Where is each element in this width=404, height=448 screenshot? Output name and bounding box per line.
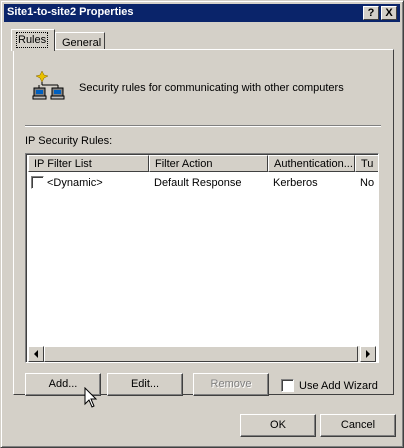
- cancel-button-label: Cancel: [340, 419, 376, 431]
- column-header-label: IP Filter List: [34, 158, 92, 170]
- close-button-label: X: [385, 7, 393, 19]
- ok-button-label: OK: [270, 419, 286, 431]
- cell-filter-action: Default Response: [154, 177, 242, 189]
- ok-button[interactable]: OK: [240, 414, 316, 437]
- ip-security-rules-label: IP Security Rules:: [25, 135, 113, 147]
- window-title: Site1-to-site2 Properties: [7, 6, 134, 18]
- edit-button[interactable]: Edit...: [107, 373, 183, 396]
- column-header-label: Authentication...: [274, 158, 353, 170]
- remove-button-label: Remove: [210, 378, 252, 390]
- column-header-ip-filter-list[interactable]: IP Filter List: [28, 155, 149, 172]
- close-button[interactable]: X: [381, 6, 397, 20]
- use-add-wizard-checkbox[interactable]: [281, 379, 294, 392]
- separator: [25, 125, 381, 127]
- help-button[interactable]: ?: [363, 6, 379, 20]
- tab-rules-label: Rules: [15, 32, 49, 48]
- remove-button[interactable]: Remove: [193, 373, 269, 396]
- tab-rules[interactable]: Rules: [11, 29, 55, 51]
- cell-ip-filter-list: <Dynamic>: [47, 177, 103, 189]
- arrow-left-icon: [34, 350, 38, 358]
- scroll-left-button[interactable]: [28, 346, 44, 362]
- help-button-label: ?: [367, 7, 375, 19]
- scroll-thumb[interactable]: [44, 346, 358, 362]
- cancel-button[interactable]: Cancel: [320, 414, 396, 437]
- edit-button-label: Edit...: [130, 378, 160, 390]
- arrow-right-icon: [366, 350, 370, 358]
- rule-checkbox[interactable]: [31, 176, 44, 189]
- table-row[interactable]: <Dynamic> Default Response Kerberos No: [28, 174, 376, 191]
- column-header-label: Filter Action: [155, 158, 213, 170]
- add-button-label: Add...: [48, 378, 78, 390]
- tab-general-label: General: [62, 37, 102, 49]
- rules-description: Security rules for communicating with ot…: [79, 82, 344, 94]
- column-header-label: Tu: [361, 158, 374, 170]
- column-header-filter-action[interactable]: Filter Action: [149, 155, 268, 172]
- title-bar[interactable]: Site1-to-site2 Properties ? X: [4, 4, 400, 22]
- use-add-wizard-label[interactable]: Use Add Wizard: [299, 380, 378, 392]
- network-computers-icon: [32, 70, 65, 100]
- horizontal-scrollbar[interactable]: [28, 346, 376, 362]
- column-header-tunnel[interactable]: Tu: [355, 155, 378, 172]
- scroll-right-button[interactable]: [360, 346, 376, 362]
- cursor-icon: [84, 387, 98, 408]
- properties-dialog: Site1-to-site2 Properties ? X Rules Gene…: [0, 0, 404, 448]
- cell-tunnel: No: [360, 177, 375, 189]
- tab-general[interactable]: General: [55, 32, 105, 50]
- column-header-authentication[interactable]: Authentication...: [268, 155, 355, 172]
- cell-authentication: Kerberos: [273, 177, 318, 189]
- ip-security-rules-list[interactable]: IP Filter List Filter Action Authenticat…: [25, 153, 379, 363]
